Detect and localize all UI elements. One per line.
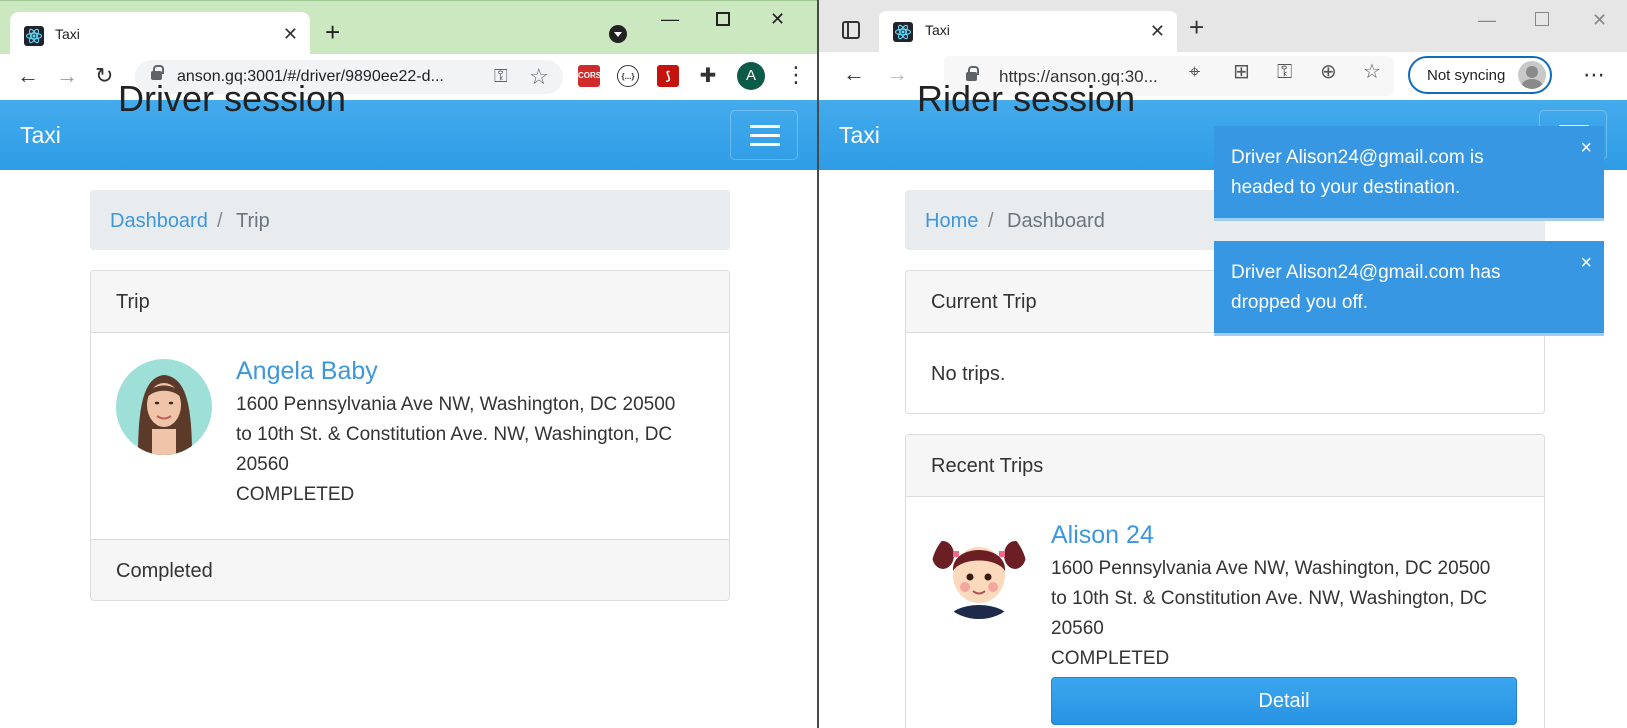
browser-tab[interactable]: Taxi ✕ bbox=[879, 11, 1177, 52]
detail-button[interactable]: Detail bbox=[1051, 677, 1517, 725]
tab-actions-icon[interactable] bbox=[842, 21, 860, 39]
new-tab-button[interactable]: + bbox=[325, 19, 340, 45]
breadcrumb-link-dashboard[interactable]: Dashboard bbox=[110, 210, 208, 233]
maximize-icon[interactable] bbox=[716, 12, 730, 26]
more-menu-icon[interactable]: ⋯ bbox=[1583, 62, 1605, 88]
toast-close-icon[interactable]: × bbox=[1580, 138, 1592, 158]
navbar-brand[interactable]: Taxi bbox=[20, 122, 61, 149]
card-header: Recent Trips bbox=[906, 435, 1544, 497]
sync-label: Not syncing bbox=[1427, 67, 1506, 84]
session-label: Driver session bbox=[118, 78, 347, 119]
trip-destination-zip: 20560 bbox=[236, 454, 289, 475]
new-tab-button[interactable]: + bbox=[1189, 14, 1204, 40]
rider-avatar bbox=[116, 359, 212, 455]
driver-name-link[interactable]: Alison 24 bbox=[1051, 521, 1154, 550]
toast-notification: Driver Alison24@gmail.com is headed to y… bbox=[1214, 126, 1604, 218]
breadcrumb: Dashboard / Trip bbox=[90, 190, 730, 250]
react-logo-icon bbox=[893, 22, 913, 42]
breadcrumb-link-home[interactable]: Home bbox=[925, 210, 978, 233]
trip-origin: 1600 Pennsylvania Ave NW, Washington, DC… bbox=[236, 394, 676, 415]
trip-card: Trip Angela Baby 1600 Pennsylvania Ave N… bbox=[90, 270, 730, 601]
breadcrumb-separator: / bbox=[217, 210, 223, 232]
tab-strip: Taxi ✕ + — ✕ bbox=[819, 0, 1627, 52]
code-extension-icon[interactable]: {...} bbox=[617, 65, 639, 87]
reload-icon[interactable]: ↻ bbox=[95, 64, 113, 88]
location-icon[interactable]: ⌖ bbox=[1189, 62, 1200, 82]
window-close-icon[interactable]: ✕ bbox=[770, 9, 785, 29]
tab-strip: Taxi ✕ + — ✕ bbox=[0, 0, 817, 55]
toast-message: Driver Alison24@gmail.com is headed to y… bbox=[1231, 147, 1484, 198]
puzzle-extensions-icon[interactable]: ✚ bbox=[697, 65, 719, 87]
key-icon[interactable]: ⚿ bbox=[1277, 62, 1292, 82]
sync-button[interactable]: Not syncing bbox=[1408, 56, 1552, 94]
tab-title: Taxi bbox=[55, 26, 80, 42]
react-logo-icon bbox=[24, 26, 44, 46]
menu-kebab-icon[interactable]: ⋮ bbox=[785, 62, 807, 88]
hamburger-menu-icon[interactable] bbox=[730, 110, 798, 160]
back-icon[interactable]: ← bbox=[843, 62, 865, 86]
minimize-icon[interactable]: — bbox=[661, 9, 679, 29]
card-footer-text: Completed bbox=[116, 560, 213, 582]
tab-title: Taxi bbox=[925, 22, 950, 38]
trip-origin: 1600 Pennsylvania Ave NW, Washington, DC… bbox=[1051, 558, 1491, 579]
breadcrumb-active: Trip bbox=[236, 210, 270, 232]
driver-browser-window: Taxi ✕ + — ✕ ← → ↻ anson.gq:3001/#/drive… bbox=[0, 0, 817, 728]
pdf-extension-icon[interactable]: ⟆ bbox=[657, 65, 679, 87]
desktop: Taxi ✕ + — ✕ ← → ↻ anson.gq:3001/#/drive… bbox=[0, 0, 1627, 728]
breadcrumb-separator: / bbox=[988, 210, 994, 232]
back-icon[interactable]: ← bbox=[17, 64, 39, 88]
close-tab-icon[interactable]: ✕ bbox=[283, 22, 298, 46]
trip-destination: to 10th St. & Constitution Ave. NW, Wash… bbox=[1051, 588, 1488, 609]
profile-avatar-icon bbox=[1518, 61, 1546, 89]
close-tab-icon[interactable]: ✕ bbox=[1150, 19, 1165, 43]
trip-status: COMPLETED bbox=[1051, 648, 1170, 669]
toast-notification: Driver Alison24@gmail.com has dropped yo… bbox=[1214, 241, 1604, 333]
key-icon[interactable]: ⚿ bbox=[494, 66, 508, 87]
apps-grid-icon[interactable]: ⊞ bbox=[1233, 62, 1250, 82]
window-close-icon[interactable]: ✕ bbox=[1592, 10, 1607, 30]
browser-tab[interactable]: Taxi ✕ bbox=[10, 12, 310, 55]
cors-extension-icon[interactable]: CORS bbox=[578, 65, 601, 87]
no-trips-text: No trips. bbox=[931, 363, 1006, 385]
tab-search-icon[interactable] bbox=[609, 25, 627, 43]
trip-status: COMPLETED bbox=[236, 484, 355, 505]
minimize-icon[interactable]: — bbox=[1478, 10, 1496, 30]
trip-destination: to 10th St. & Constitution Ave. NW, Wash… bbox=[236, 424, 673, 445]
navbar-brand[interactable]: Taxi bbox=[839, 122, 880, 149]
trip-destination-zip: 20560 bbox=[1051, 618, 1104, 639]
toast-close-icon[interactable]: × bbox=[1580, 253, 1592, 273]
add-favorite-icon[interactable]: ☆ bbox=[1363, 62, 1381, 82]
toast-message: Driver Alison24@gmail.com has dropped yo… bbox=[1231, 262, 1501, 313]
card-header: Trip bbox=[91, 271, 729, 333]
rider-name-link[interactable]: Angela Baby bbox=[236, 357, 378, 386]
forward-icon[interactable]: → bbox=[886, 62, 908, 86]
card-header-title: Recent Trips bbox=[931, 455, 1044, 477]
zoom-icon[interactable]: ⊕ bbox=[1320, 62, 1337, 82]
bookmark-star-icon[interactable]: ☆ bbox=[529, 64, 549, 90]
card-footer: Completed bbox=[91, 539, 729, 600]
profile-avatar[interactable]: A bbox=[737, 62, 765, 90]
recent-trips-card: Recent Trips Alison 24 1600 Pennsylvania… bbox=[905, 434, 1545, 728]
forward-icon[interactable]: → bbox=[56, 64, 78, 88]
card-header-title: Current Trip bbox=[931, 291, 1037, 313]
session-label: Rider session bbox=[917, 78, 1136, 119]
breadcrumb-active: Dashboard bbox=[1007, 210, 1105, 232]
maximize-icon[interactable] bbox=[1535, 12, 1549, 26]
card-header-title: Trip bbox=[116, 291, 150, 313]
driver-avatar bbox=[931, 523, 1027, 619]
rider-browser-window: Taxi ✕ + — ✕ ← → https://anson.gq:30... … bbox=[819, 0, 1627, 728]
